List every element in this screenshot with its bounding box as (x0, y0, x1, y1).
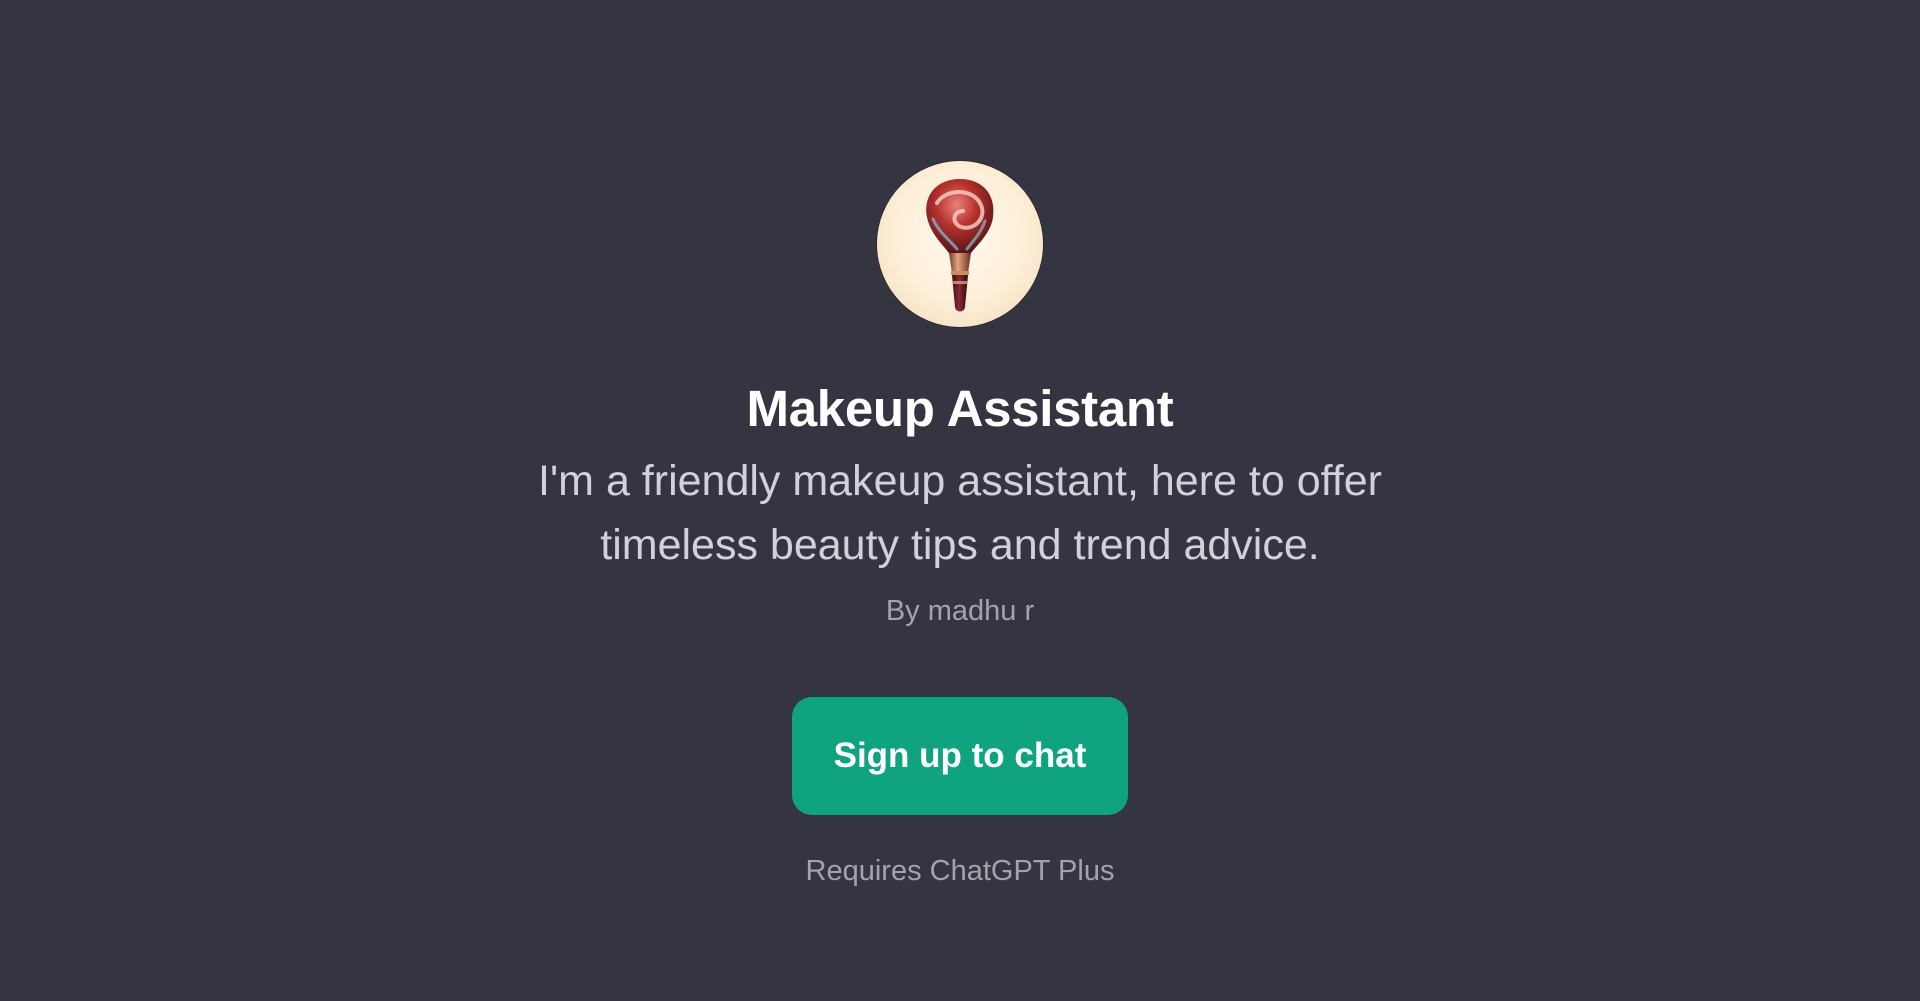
gpt-title: Makeup Assistant (746, 380, 1174, 437)
gpt-avatar (877, 161, 1043, 327)
gpt-author: By madhu r (885, 595, 1035, 627)
sign-up-to-chat-button[interactable]: Sign up to chat (792, 697, 1128, 815)
requirement-note: Requires ChatGPT Plus (805, 855, 1115, 887)
gpt-description: I'm a friendly makeup assistant, here to… (538, 457, 1382, 569)
makeup-brush-icon (926, 179, 994, 312)
gpt-landing-page: Makeup Assistant I'm a friendly makeup a… (0, 0, 1920, 1001)
